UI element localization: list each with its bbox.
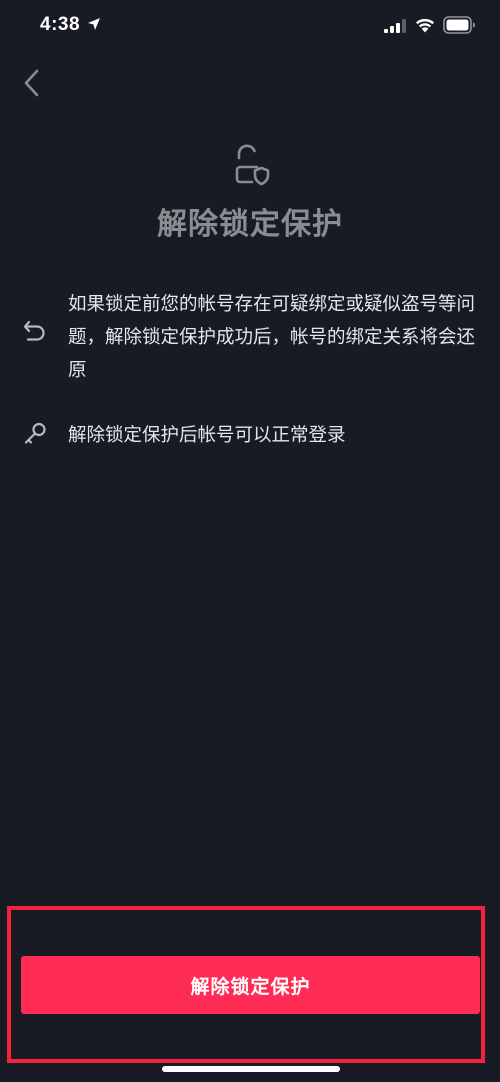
chevron-left-icon bbox=[24, 69, 39, 97]
back-button[interactable] bbox=[14, 64, 50, 102]
info-text-restore-bindings: 如果锁定前您的帐号存在可疑绑定或疑似盗号等问题，解除锁定保护成功后，帐号的绑定关… bbox=[68, 294, 476, 381]
status-bar: 4:38 bbox=[0, 0, 500, 56]
unlock-protection-button[interactable]: 解除锁定保护 bbox=[21, 956, 480, 1014]
location-arrow-icon bbox=[88, 18, 100, 30]
battery-icon bbox=[443, 16, 475, 34]
info-text-normal-login: 解除锁定保护后帐号可以正常登录 bbox=[68, 425, 346, 446]
home-indicator bbox=[162, 1066, 340, 1072]
cellular-signal-icon bbox=[384, 19, 406, 33]
wifi-icon bbox=[416, 18, 434, 33]
key-icon bbox=[24, 422, 46, 444]
status-time: 4:38 bbox=[40, 14, 81, 35]
unlock-shield-icon bbox=[235, 144, 270, 186]
page-title: 解除锁定保护 bbox=[157, 207, 343, 242]
undo-arrow-icon bbox=[23, 320, 45, 341]
